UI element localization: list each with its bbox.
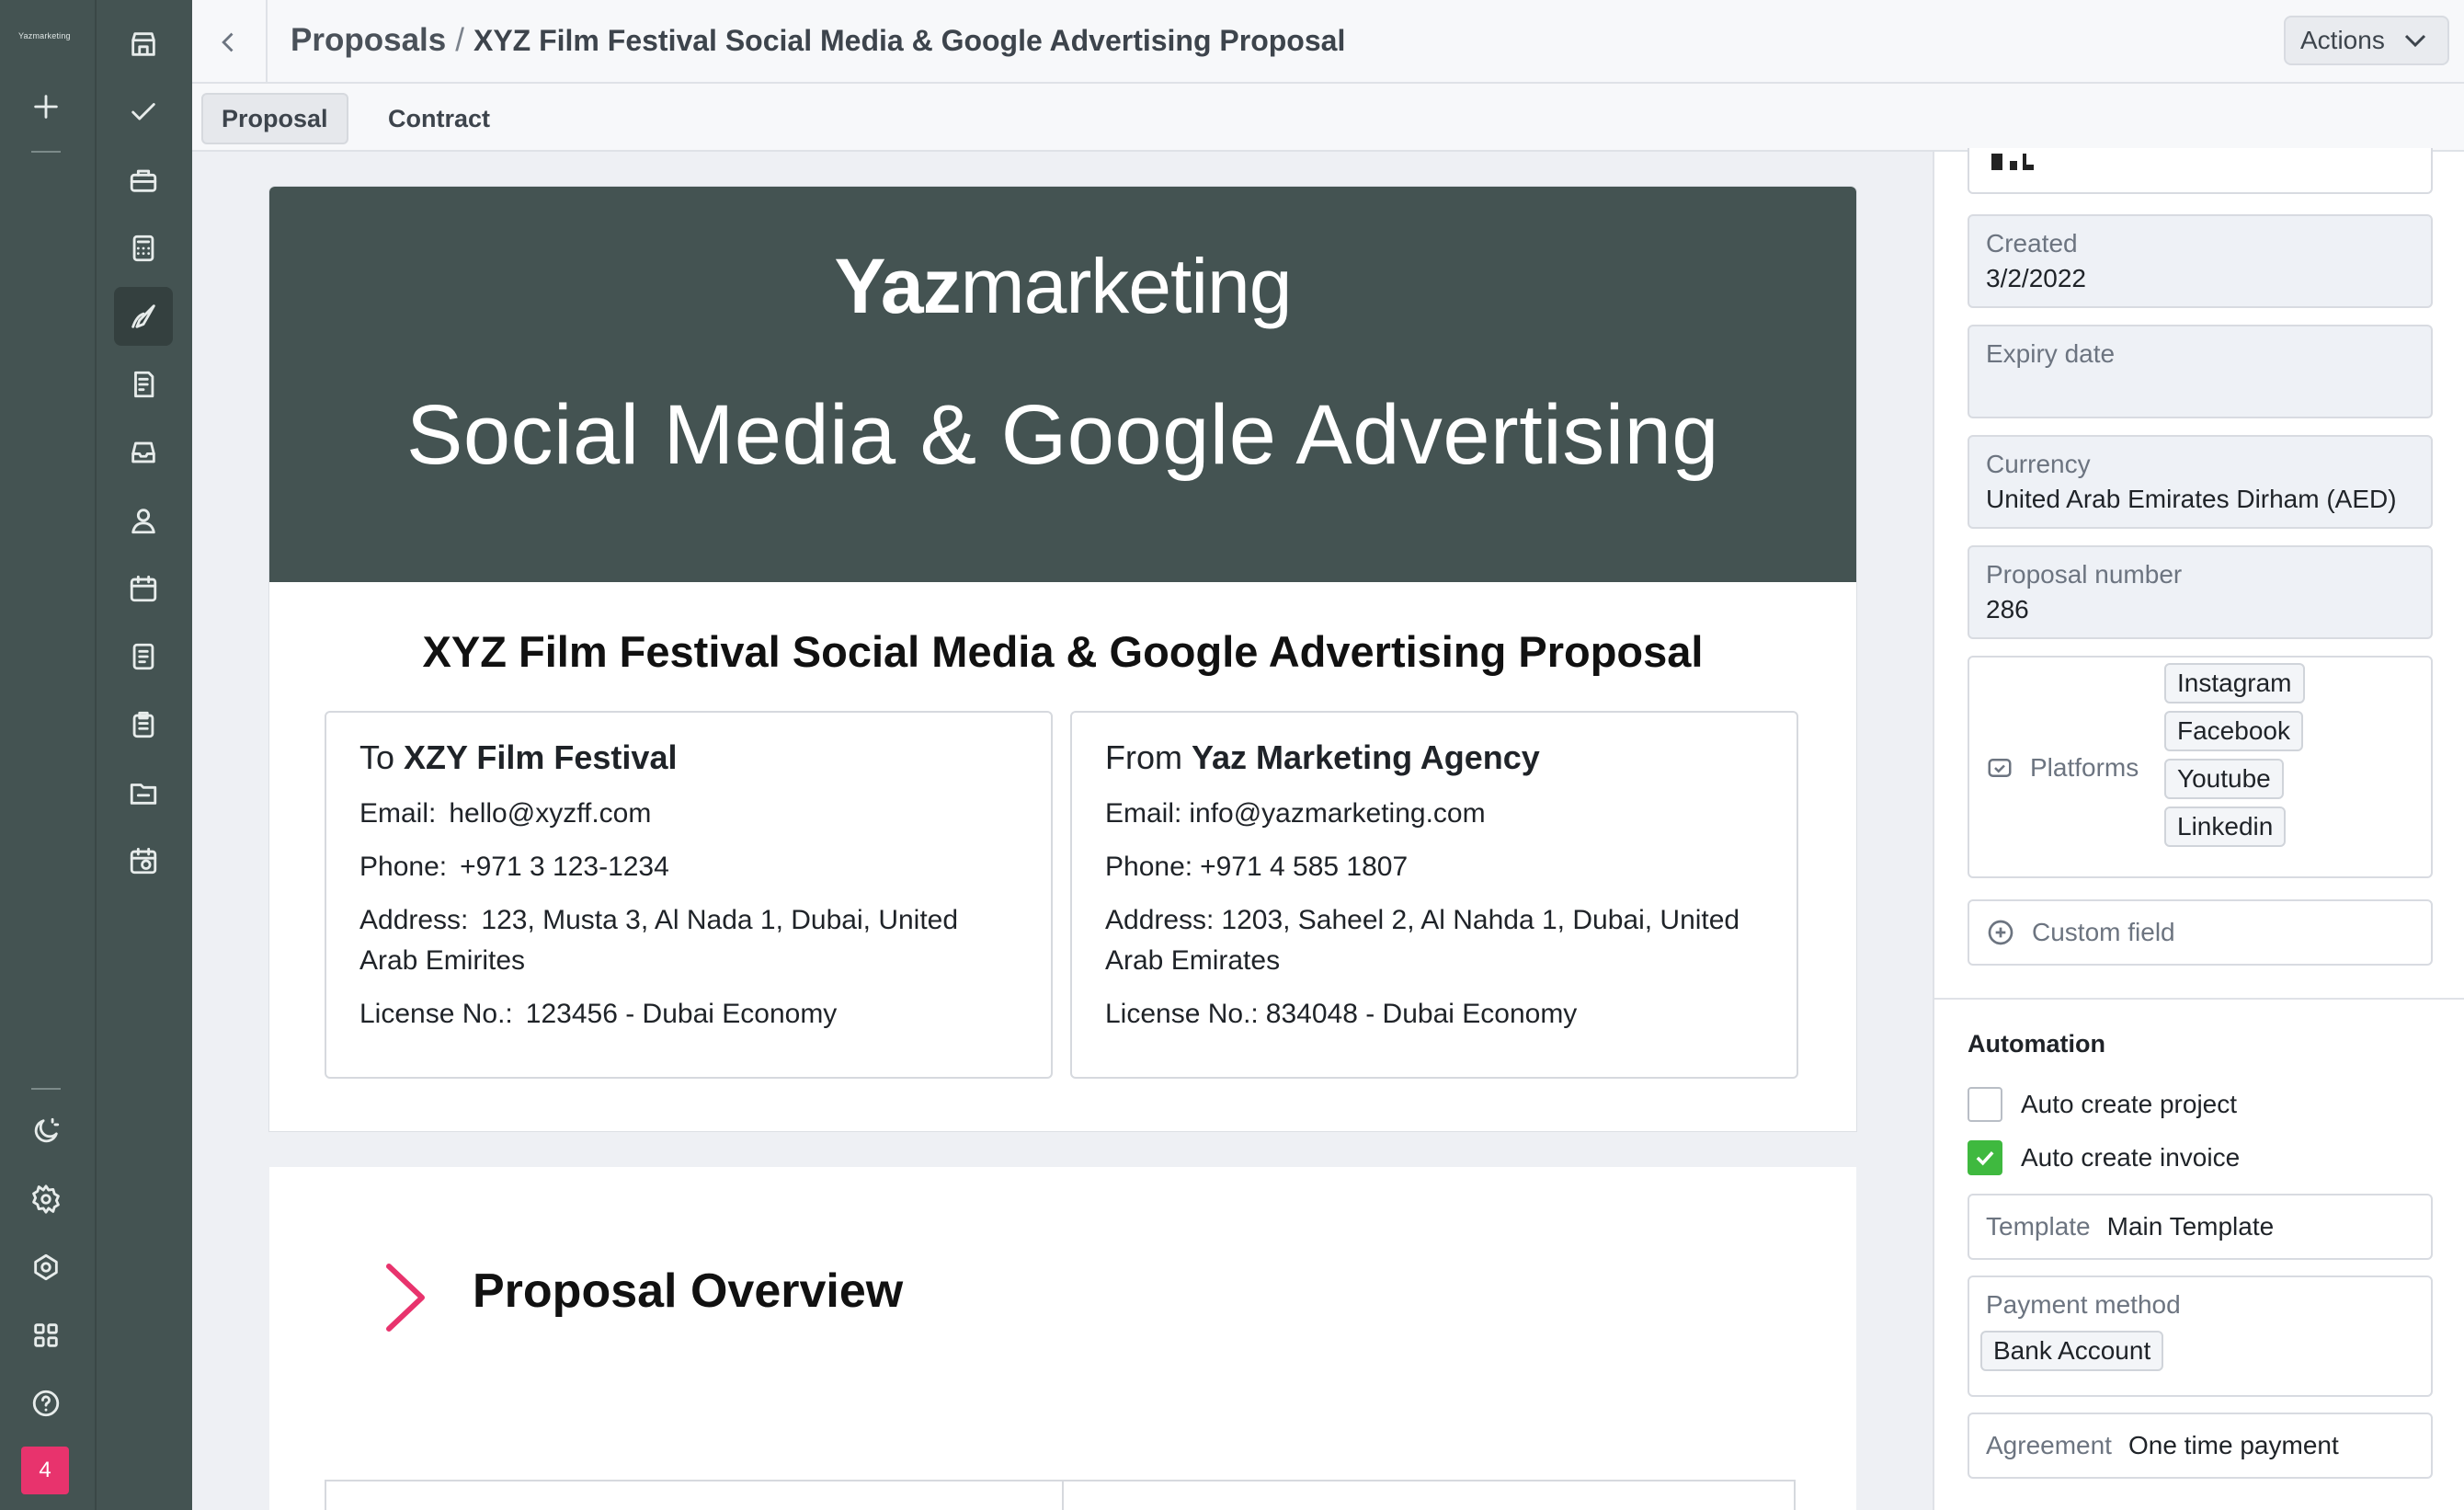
schedule-calendar-icon[interactable] [114, 831, 173, 890]
created-field[interactable]: Created 3/2/2022 [1968, 214, 2433, 308]
platform-chip[interactable]: Youtube [2164, 759, 2284, 799]
hero-title: Social Media & Google Advertising [406, 388, 1719, 482]
plus-circle-icon [1988, 920, 2013, 945]
rail-divider [31, 1088, 61, 1090]
platforms-label: Platforms [2030, 753, 2139, 782]
template-field[interactable]: Template Main Template [1968, 1194, 2433, 1260]
expiry-date-field[interactable]: Expiry date [1968, 325, 2433, 418]
add-icon[interactable] [17, 77, 75, 136]
calendar-icon[interactable] [114, 559, 173, 618]
proposal-cover-card: Yazmarketing Social Media & Google Adver… [269, 187, 1856, 1131]
sender-phone: Phone: +971 4 585 1807 [1105, 852, 1409, 882]
proposal-title: XYZ Film Festival Social Media & Google … [422, 627, 1704, 676]
inbox-icon[interactable] [114, 423, 173, 482]
actions-label: Actions [2300, 26, 2385, 54]
custom-field-button[interactable]: Custom field [1968, 899, 2433, 966]
currency-field[interactable]: Currency United Arab Emirates Dirham (AE… [1968, 435, 2433, 529]
recipient-address: Address: 123, Musta 3, Al Nada 1, Dubai, … [359, 905, 959, 976]
sender-license: License No.: 834048 - Dubai Economy [1105, 999, 1578, 1029]
breadcrumb-proposals[interactable]: Proposals [291, 22, 446, 58]
calculator-icon[interactable] [114, 219, 173, 278]
help-icon[interactable] [17, 1374, 75, 1433]
clipboard-icon[interactable] [114, 695, 173, 754]
platform-chip[interactable]: Instagram [2164, 663, 2305, 704]
auto-create-invoice-checkbox[interactable] [1968, 1140, 2002, 1175]
page-title: XYZ Film Festival Social Media & Google … [473, 24, 1346, 57]
recipient-phone: Phone: +971 3 123-1234 [359, 852, 669, 882]
module-rail [95, 0, 192, 1510]
auto-create-project-label: Auto create project [2021, 1090, 2238, 1118]
actions-dropdown[interactable]: Actions [2284, 16, 2449, 65]
platform-chip[interactable]: Linkedin [2164, 806, 2287, 847]
tab-contract[interactable]: Contract [370, 93, 508, 144]
agreement-field[interactable]: Agreement One time payment [1968, 1413, 2433, 1479]
panel-divider [1934, 998, 2464, 1000]
rail-divider [31, 151, 61, 153]
brand-logo: Yazmarketing [834, 243, 1293, 329]
document-canvas: Yazmarketing Social Media & Google Adver… [192, 152, 1933, 1510]
overview-heading: Proposal Overview [473, 1264, 904, 1318]
check-icon [1976, 1150, 1994, 1166]
sender-address: Address: 1203, Saheel 2, Al Nahda 1, Duba… [1105, 905, 1740, 976]
custom-field-label: Custom field [2032, 918, 2175, 946]
recipient-email: Email: hello@xyzff.com [359, 798, 652, 829]
auto-create-invoice-label: Auto create invoice [2021, 1143, 2241, 1172]
automation-heading: Automation [1968, 1030, 2105, 1058]
proposal-number-field[interactable]: Proposal number 286 [1968, 545, 2433, 639]
tasks-check-icon[interactable] [114, 83, 173, 142]
sender-box: From Yaz Marketing Agency Email: info@yazm… [1070, 711, 1798, 1079]
chevron-left-icon [222, 32, 234, 51]
settings-icon[interactable] [17, 1170, 75, 1229]
contract-icon[interactable] [114, 355, 173, 414]
auto-create-project-row[interactable]: Auto create project [1968, 1087, 2237, 1122]
recipient-name: XZY Film Festival [404, 738, 678, 776]
top-header: Proposals / XYZ Film Festival Social Media… [192, 0, 2464, 84]
files-folder-icon[interactable] [114, 763, 173, 822]
payment-method-chip[interactable]: Bank Account [1980, 1331, 2164, 1371]
payment-method-field[interactable]: Payment method Bank Account [1968, 1275, 2433, 1397]
apps-icon[interactable] [17, 1238, 75, 1297]
grid-icon[interactable] [17, 1306, 75, 1365]
app-logo[interactable]: Yazmarketing [18, 31, 71, 40]
primary-rail: Yazmarketing 4 [0, 0, 95, 1510]
tab-proposal[interactable]: Proposal [201, 93, 348, 144]
auto-create-invoice-row[interactable]: Auto create invoice [1968, 1140, 2240, 1175]
proposal-overview-card: Proposal Overview [269, 1167, 1856, 1510]
notification-badge[interactable]: 4 [21, 1447, 69, 1494]
proposals-pen-icon[interactable] [114, 287, 173, 346]
back-button[interactable] [192, 0, 268, 84]
tab-bar: Proposal Contract [192, 84, 2464, 152]
checkbox-square-icon [1988, 759, 2012, 777]
signature-mark-icon [1991, 154, 2034, 170]
chevron-right-icon [380, 1259, 435, 1336]
notes-icon[interactable] [114, 627, 173, 686]
signature-field[interactable] [1968, 148, 2433, 194]
breadcrumb: Proposals / XYZ Film Festival Social Media… [291, 22, 1345, 59]
platform-chip[interactable]: Facebook [2164, 711, 2303, 751]
hero-banner: Yazmarketing Social Media & Google Adver… [269, 187, 1856, 582]
store-icon[interactable] [114, 15, 173, 74]
details-panel: Created 3/2/2022 Expiry date Currency Un… [1933, 148, 2464, 1510]
breadcrumb-separator: / [455, 22, 464, 58]
contacts-user-icon[interactable] [114, 491, 173, 550]
platforms-field[interactable]: Platforms Instagram Facebook Youtube Lin… [1968, 656, 2433, 878]
sender-name: Yaz Marketing Agency [1192, 738, 1540, 776]
recipient-license: License No.: 123456 - Dubai Economy [359, 999, 838, 1029]
overview-table [325, 1480, 1796, 1510]
auto-create-project-checkbox[interactable] [1968, 1087, 2002, 1122]
briefcase-icon[interactable] [114, 151, 173, 210]
chevron-down-icon [2404, 34, 2425, 48]
dark-mode-icon[interactable] [17, 1102, 75, 1161]
sender-email: Email: info@yazmarketing.com [1105, 798, 1486, 829]
recipient-box: To XZY Film Festival Email: hello@xyzff.co… [325, 711, 1053, 1079]
